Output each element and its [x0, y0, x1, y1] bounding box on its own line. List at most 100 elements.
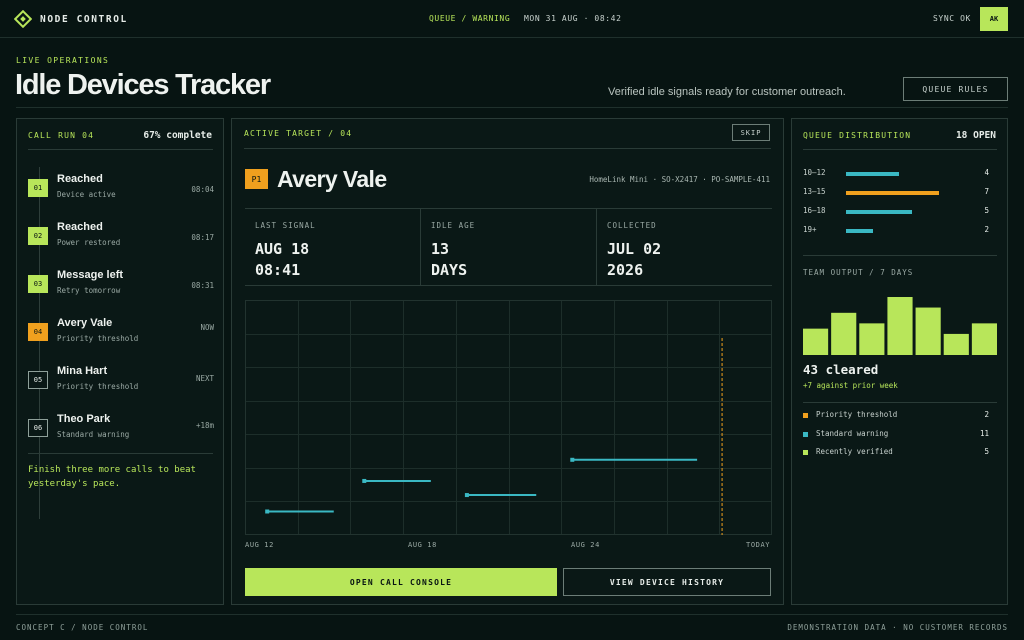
- distribution-count: 7: [984, 187, 989, 196]
- signal-point: [570, 457, 575, 462]
- distribution-count: 4: [984, 168, 989, 177]
- footer-right-text: DEMONSTRATION DATA · NO CUSTOMER RECORDS: [787, 623, 1008, 632]
- call-time: NOW: [200, 323, 214, 332]
- call-name: Mina Hart: [57, 365, 108, 377]
- sync-status: SYNC OK: [933, 14, 971, 23]
- call-outcome: Priority threshold: [57, 334, 139, 343]
- footer-divider: [16, 614, 1008, 615]
- panel-divider: [803, 255, 997, 256]
- x-tick-label: AUG 12: [245, 541, 274, 549]
- x-tick-label: AUG 18: [408, 541, 437, 549]
- target-device-meta: HomeLink Mini · SO-X2417 · PO-SAMPLE-411: [589, 175, 770, 184]
- call-name: Theo Park: [57, 413, 111, 425]
- stat-value-line: 2026: [607, 261, 644, 279]
- distribution-row: 19+ 2: [803, 225, 997, 237]
- call-run-note: Finish three more calls to beat yesterda…: [28, 465, 196, 489]
- cleared-total: 43 cleared: [803, 362, 879, 377]
- team-output-bar: [971, 323, 997, 355]
- stat-idle-age: IDLE AGE 13 DAYS: [420, 209, 596, 286]
- call-outcome: Device active: [57, 190, 116, 199]
- distribution-bar: [846, 191, 939, 195]
- team-output-label: TEAM OUTPUT / 7 DAYS: [803, 268, 914, 277]
- page-eyebrow: LIVE OPERATIONS: [16, 56, 110, 65]
- call-time: +18m: [195, 421, 214, 430]
- x-tick-label: AUG 24: [571, 541, 600, 549]
- call-item[interactable]: 02 Reached Power restored 08:17: [28, 219, 214, 259]
- distribution-row: 13–15 7: [803, 187, 997, 199]
- call-index-badge: 06: [28, 419, 48, 437]
- queue-rules-button[interactable]: QUEUE RULES: [903, 77, 1008, 101]
- distribution-bar: [846, 210, 913, 214]
- top-bar: NODE CONTROL QUEUE / WARNING MON 31 AUG …: [0, 0, 1024, 38]
- call-run-progress: 67% complete: [143, 130, 212, 141]
- diamond-logo-icon: [14, 10, 32, 28]
- distribution-range: 13–15: [803, 187, 826, 196]
- stat-last-signal: LAST SIGNAL AUG 18 08:41: [245, 209, 420, 286]
- call-run-label: CALL RUN 04: [28, 131, 95, 140]
- brand[interactable]: NODE CONTROL: [14, 10, 128, 28]
- page-subtitle: Verified idle signals ready for customer…: [608, 86, 846, 98]
- stat-value-line: 13: [431, 240, 450, 258]
- call-time: 08:31: [191, 281, 214, 290]
- distribution-range: 10–12: [803, 168, 826, 177]
- open-call-console-button[interactable]: OPEN CALL CONSOLE: [245, 568, 557, 596]
- distribution-range: 19+: [803, 225, 817, 234]
- call-name: Reached: [57, 221, 103, 233]
- queue-distribution-label: QUEUE DISTRIBUTION: [803, 131, 912, 140]
- queue-panel: QUEUE DISTRIBUTION 18 OPEN 10–12 4 13–15…: [791, 118, 1008, 605]
- view-device-history-button[interactable]: VIEW DEVICE HISTORY: [563, 568, 771, 596]
- queue-status: QUEUE / WARNING: [429, 14, 511, 23]
- call-outcome: Power restored: [57, 238, 121, 247]
- skip-button[interactable]: SKIP: [732, 124, 770, 141]
- distribution-count: 5: [984, 206, 989, 215]
- call-outcome: Standard warning: [57, 430, 130, 439]
- distribution-bar: [846, 229, 873, 233]
- call-item-active[interactable]: 04 Avery Vale Priority threshold NOW: [28, 315, 214, 355]
- call-name: Message left: [57, 269, 124, 281]
- call-item[interactable]: 01 Reached Device active 08:04: [28, 171, 214, 211]
- call-item[interactable]: 03 Message left Retry tomorrow 08:31: [28, 267, 214, 307]
- legend-count: 5: [984, 447, 989, 456]
- stat-value: JUL 02 2026: [607, 239, 661, 281]
- team-output-bar: [803, 328, 829, 355]
- distribution-bar: [846, 172, 900, 176]
- cleared-delta: +7 against prior week: [803, 381, 898, 390]
- stat-label: COLLECTED: [607, 221, 657, 230]
- team-output-bar: [887, 297, 913, 355]
- stat-collected: COLLECTED JUL 02 2026: [596, 209, 772, 286]
- active-target-label: ACTIVE TARGET / 04: [244, 129, 353, 138]
- call-index-badge: 05: [28, 371, 48, 389]
- call-time: 08:17: [191, 233, 214, 242]
- stat-value-line: DAYS: [431, 261, 468, 279]
- target-stats: LAST SIGNAL AUG 18 08:41 IDLE AGE 13 DAY…: [245, 208, 772, 286]
- open-count: 18 OPEN: [955, 130, 996, 141]
- signal-point: [464, 493, 469, 498]
- legend-count: 2: [984, 410, 989, 419]
- active-target-panel: ACTIVE TARGET / 04 SKIP P1 Avery Vale Ho…: [231, 118, 784, 605]
- legend-swatch: [803, 450, 808, 455]
- team-output-bar: [943, 333, 969, 355]
- stat-value: AUG 18 08:41: [255, 239, 309, 281]
- panel-divider: [803, 149, 997, 150]
- legend-row: Standard warning 11: [803, 429, 997, 441]
- stat-value-line: JUL 02: [607, 240, 662, 258]
- stat-value-line: AUG 18: [255, 240, 310, 258]
- legend-row: Recently verified 5: [803, 447, 997, 459]
- panel-divider: [244, 148, 771, 149]
- user-avatar[interactable]: AK: [980, 7, 1008, 31]
- signal-chart: [245, 300, 773, 536]
- distribution-row: 10–12 4: [803, 168, 997, 180]
- call-index-badge: 04: [28, 323, 48, 341]
- legend-label: Standard warning: [816, 429, 889, 438]
- signal-point: [362, 478, 367, 483]
- call-item[interactable]: 06 Theo Park Standard warning +18m: [28, 411, 214, 451]
- legend-swatch: [803, 413, 808, 418]
- team-output-bar: [859, 323, 885, 355]
- call-outcome: Priority threshold: [57, 382, 139, 391]
- stat-value-line: 08:41: [255, 261, 301, 279]
- call-item[interactable]: 05 Mina Hart Priority threshold NEXT: [28, 363, 214, 403]
- target-name: Avery Vale: [277, 166, 387, 192]
- team-output-svg: [803, 297, 997, 355]
- call-name: Avery Vale: [57, 317, 113, 329]
- footer-left-text: CONCEPT C / NODE CONTROL: [16, 623, 149, 632]
